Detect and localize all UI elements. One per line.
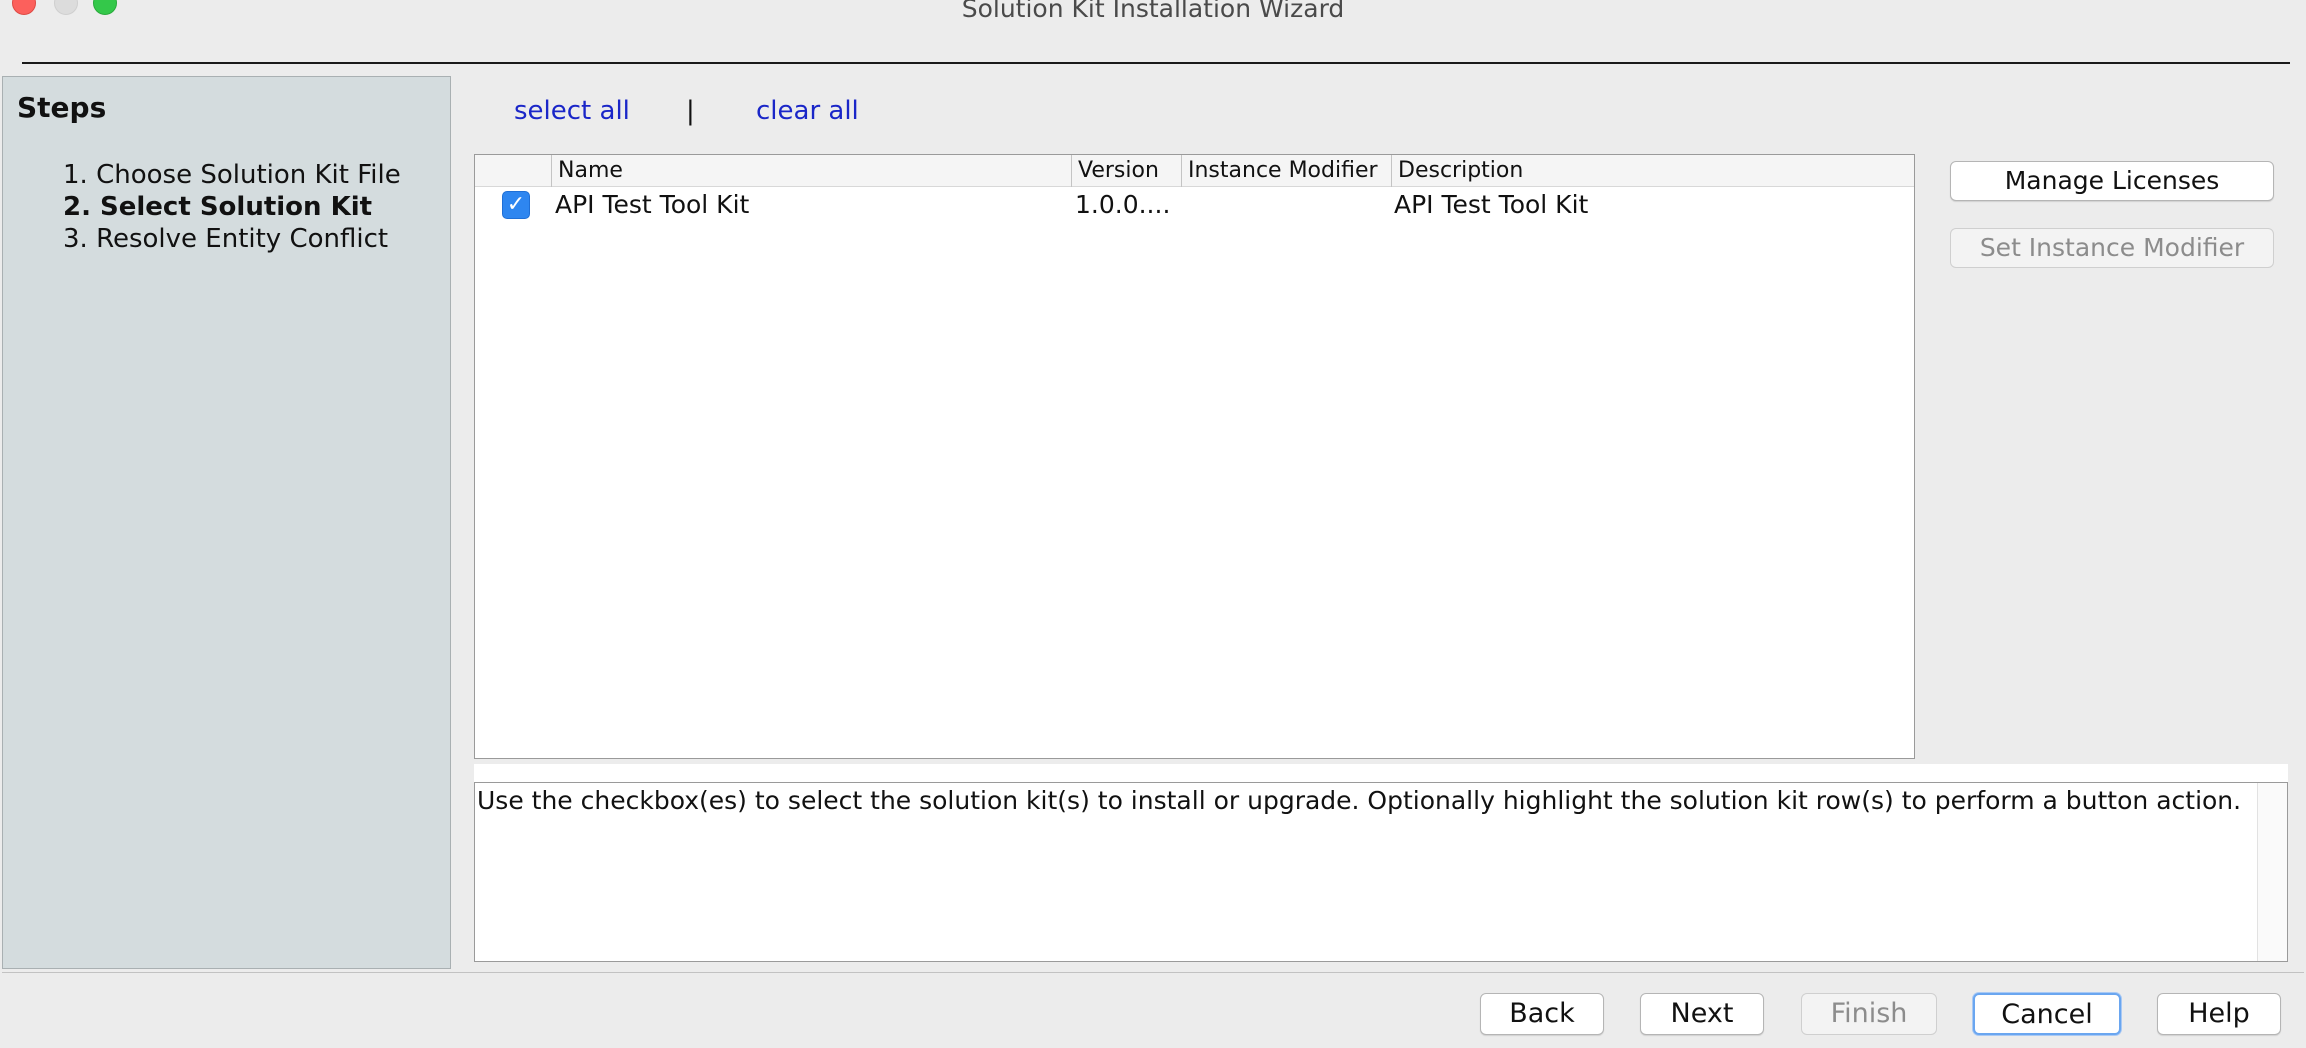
solution-kit-table[interactable]: Name Version Instance Modifier Descripti…: [474, 154, 1915, 759]
column-header-name[interactable]: Name: [551, 155, 945, 187]
column-header-description[interactable]: Description: [1391, 155, 1896, 187]
row-instance-modifier: [1185, 187, 1385, 223]
steps-list: 1. Choose Solution Kit File 2. Select So…: [63, 159, 401, 255]
description-area[interactable]: Use the checkbox(es) to select the solut…: [474, 782, 2288, 962]
row-checkbox[interactable]: ✓: [502, 191, 530, 219]
finish-button[interactable]: Finish: [1801, 993, 1937, 1035]
title-bar: Solution Kit Installation Wizard: [0, 0, 2306, 30]
table-header: Name Version Instance Modifier Descripti…: [475, 155, 1914, 187]
manage-licenses-button[interactable]: Manage Licenses: [1950, 161, 2274, 201]
link-separator: |: [686, 96, 695, 126]
description-text: Use the checkbox(es) to select the solut…: [477, 786, 2242, 815]
cancel-button[interactable]: Cancel: [1973, 993, 2121, 1035]
select-all-link[interactable]: select all: [514, 96, 630, 126]
next-button[interactable]: Next: [1640, 993, 1764, 1035]
button-bar: [2, 972, 2304, 1048]
column-header-select[interactable]: [475, 155, 551, 187]
window-title: Solution Kit Installation Wizard: [961, 0, 1345, 23]
clear-all-link[interactable]: clear all: [756, 96, 859, 126]
header-divider: [22, 62, 2290, 64]
help-button[interactable]: Help: [2157, 993, 2281, 1035]
row-name: API Test Tool Kit: [555, 190, 750, 219]
step-item-select-kit: 2. Select Solution Kit: [63, 192, 373, 222]
description-scrollbar[interactable]: [2257, 783, 2287, 961]
steps-panel: Steps 1. Choose Solution Kit File 2. Sel…: [2, 76, 451, 969]
step-item-resolve-conflict: 3. Resolve Entity Conflict: [63, 224, 389, 254]
steps-title: Steps: [17, 91, 107, 124]
row-description: API Test Tool Kit: [1394, 190, 1589, 219]
table-row[interactable]: ✓ API Test Tool Kit 1.0.0.... API Test T…: [475, 187, 1914, 223]
step-item-choose-file: 1. Choose Solution Kit File: [63, 160, 401, 190]
back-button[interactable]: Back: [1480, 993, 1604, 1035]
row-version: 1.0.0....: [1075, 190, 1171, 219]
set-instance-modifier-button[interactable]: Set Instance Modifier: [1950, 228, 2274, 268]
description-separator: [474, 764, 2288, 782]
column-header-version[interactable]: Version: [1071, 155, 1181, 187]
column-header-instance-modifier[interactable]: Instance Modifier: [1181, 155, 1391, 187]
